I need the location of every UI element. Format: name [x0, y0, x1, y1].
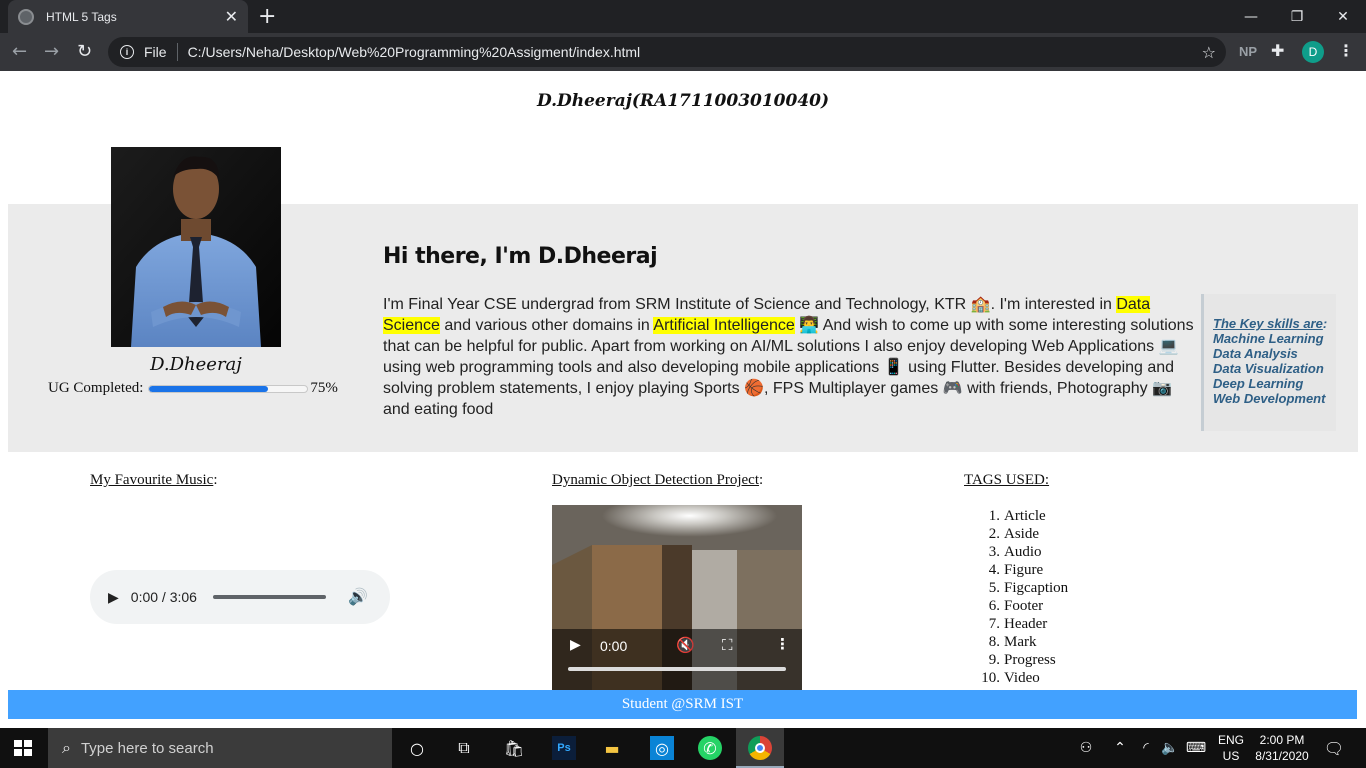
- list-item: 4. Figure: [988, 562, 1044, 578]
- taskbar-search[interactable]: ⌕ Type here to search: [48, 728, 392, 768]
- address-scheme-label: File: [144, 44, 167, 60]
- whatsapp-icon[interactable]: ✆: [698, 736, 722, 760]
- store-icon[interactable]: 🛍: [502, 736, 526, 760]
- bookmark-star-icon[interactable]: ☆: [1202, 43, 1216, 62]
- list-item: 5. Figcaption: [988, 580, 1069, 596]
- page-header: D.Dheeraj(RA1711003010040): [536, 91, 830, 111]
- list-item: 7. Header: [988, 616, 1048, 632]
- address-url[interactable]: C:/Users/Neha/Desktop/Web%20Programming%…: [188, 44, 1202, 60]
- video-label: Dynamic Object Detection Project:: [552, 472, 764, 488]
- tags-list: 1. Article 2. Aside 3. Audio 4. Figure 5. Fig…: [981, 507, 1069, 687]
- list-item: 8. Mark: [988, 634, 1037, 650]
- profile-photo: [111, 147, 281, 347]
- windows-start-icon[interactable]: [14, 740, 32, 756]
- notifications-icon[interactable]: 🗨: [1322, 736, 1346, 760]
- close-window-icon[interactable]: ✕: [1320, 0, 1366, 33]
- keyboard-icon[interactable]: ⌨: [1184, 736, 1208, 760]
- restore-icon[interactable]: ❐: [1274, 0, 1320, 33]
- info-icon[interactable]: i: [120, 45, 134, 59]
- back-icon[interactable]: ←: [12, 41, 27, 62]
- instagram-icon[interactable]: ◎: [650, 736, 674, 760]
- skills-heading: The Key skills are:: [1213, 316, 1328, 331]
- list-item: 6. Footer: [988, 598, 1044, 614]
- extension-np-icon[interactable]: NP: [1239, 44, 1257, 59]
- close-tab-icon[interactable]: ✕: [225, 7, 238, 26]
- address-bar[interactable]: i File C:/Users/Neha/Desktop/Web%20Progr…: [108, 37, 1226, 67]
- skill-item: Web Development: [1213, 391, 1326, 406]
- music-label: My Favourite Music:: [90, 472, 218, 488]
- reload-icon[interactable]: ↻: [77, 41, 92, 62]
- wifi-icon[interactable]: ◜: [1134, 736, 1158, 760]
- file-explorer-icon[interactable]: ▬: [600, 736, 624, 760]
- profile-avatar[interactable]: D: [1302, 41, 1324, 63]
- tab-title: HTML 5 Tags: [46, 9, 117, 24]
- cortana-icon[interactable]: ○: [405, 736, 429, 760]
- video-mute-icon[interactable]: 🔇: [676, 636, 695, 654]
- chrome-taskbar-button[interactable]: [736, 728, 784, 768]
- video-more-icon[interactable]: ⋮: [775, 635, 790, 653]
- search-placeholder: Type here to search: [80, 739, 214, 757]
- skills-aside: The Key skills are: Machine Learning Dat…: [1201, 294, 1336, 431]
- article-title: Hi there, I'm D.Dheeraj: [383, 244, 658, 269]
- video-controls: ▶ 0:00 🔇 ⛶ ⋮: [552, 629, 802, 692]
- taskbar: ⌕ Type here to search ○ ⧉ 🛍 Ps ▬ ◎ ✆ ⚇ ⌃…: [0, 728, 1366, 768]
- chrome-icon: [748, 736, 772, 760]
- bio-text-2: and various other domains in: [439, 317, 654, 334]
- page-footer: Student @SRM IST: [8, 690, 1357, 719]
- list-item: 9. Progress: [988, 652, 1056, 668]
- web-page: D.Dheeraj(RA1711003010040) Hi there, I'm…: [0, 71, 1366, 728]
- skill-item: Deep Learning: [1213, 376, 1304, 391]
- browser-tab[interactable]: HTML 5 Tags ✕: [8, 0, 248, 33]
- search-icon: ⌕: [62, 738, 71, 757]
- figure-caption: D.Dheeraj: [150, 354, 242, 375]
- ug-progress: UG Completed: 75%: [48, 380, 338, 397]
- video-player[interactable]: ▶ 0:00 🔇 ⛶ ⋮: [552, 505, 802, 692]
- task-view-icon[interactable]: ⧉: [452, 736, 476, 760]
- globe-icon: [18, 8, 34, 25]
- highlight-ai: Artificial Intelligence: [653, 317, 795, 334]
- fullscreen-icon[interactable]: ⛶: [722, 636, 733, 654]
- audio-player[interactable]: ▶ 0:00 / 3:06 🔊: [90, 570, 390, 624]
- address-separator: [176, 43, 178, 61]
- tray-chevron-icon[interactable]: ⌃: [1108, 736, 1132, 760]
- browser-menu-icon[interactable]: ⋮: [1338, 41, 1354, 60]
- new-tab-button[interactable]: +: [258, 4, 276, 29]
- audio-volume-icon[interactable]: 🔊: [348, 587, 368, 607]
- volume-icon[interactable]: 🔈: [1158, 736, 1182, 760]
- audio-time: 0:00 / 3:06: [130, 589, 197, 605]
- video-play-icon[interactable]: ▶: [570, 637, 581, 653]
- video-time: 0:00: [600, 638, 628, 654]
- minimize-icon[interactable]: —: [1228, 0, 1274, 33]
- photoshop-icon[interactable]: Ps: [552, 736, 576, 760]
- progress-bar: [148, 384, 309, 393]
- video-seek-bar[interactable]: [568, 667, 786, 671]
- skill-item: Data Analysis: [1213, 346, 1298, 361]
- list-item: 10. Video: [981, 670, 1040, 686]
- language-indicator[interactable]: ENG US: [1217, 732, 1245, 764]
- list-item: 2. Aside: [988, 526, 1039, 542]
- list-item: 1. Article: [988, 508, 1046, 524]
- progress-value: 75%: [310, 380, 338, 396]
- list-item: 3. Audio: [988, 544, 1042, 560]
- progress-label: UG Completed:: [48, 380, 144, 396]
- bio-text-1: I'm Final Year CSE undergrad from SRM In…: [383, 296, 1117, 313]
- browser-toolbar: ← → ↻ i File C:/Users/Neha/Desktop/Web%2…: [0, 33, 1366, 71]
- audio-play-icon[interactable]: ▶: [108, 589, 119, 606]
- skill-item: Data Visualization: [1213, 361, 1324, 376]
- progress-fill: [149, 385, 268, 392]
- skill-item: Machine Learning: [1213, 331, 1324, 346]
- tags-label: TAGS USED:: [964, 472, 1050, 488]
- audio-seek-bar[interactable]: [212, 595, 326, 599]
- tab-strip: HTML 5 Tags ✕ + — ❐ ✕: [0, 0, 1366, 33]
- forward-icon[interactable]: →: [44, 41, 59, 62]
- extensions-puzzle-icon[interactable]: ✚: [1271, 41, 1284, 60]
- people-icon[interactable]: ⚇: [1074, 736, 1098, 760]
- article-bio: I'm Final Year CSE undergrad from SRM In…: [383, 294, 1198, 420]
- taskbar-clock[interactable]: 2:00 PM 8/31/2020: [1252, 732, 1312, 764]
